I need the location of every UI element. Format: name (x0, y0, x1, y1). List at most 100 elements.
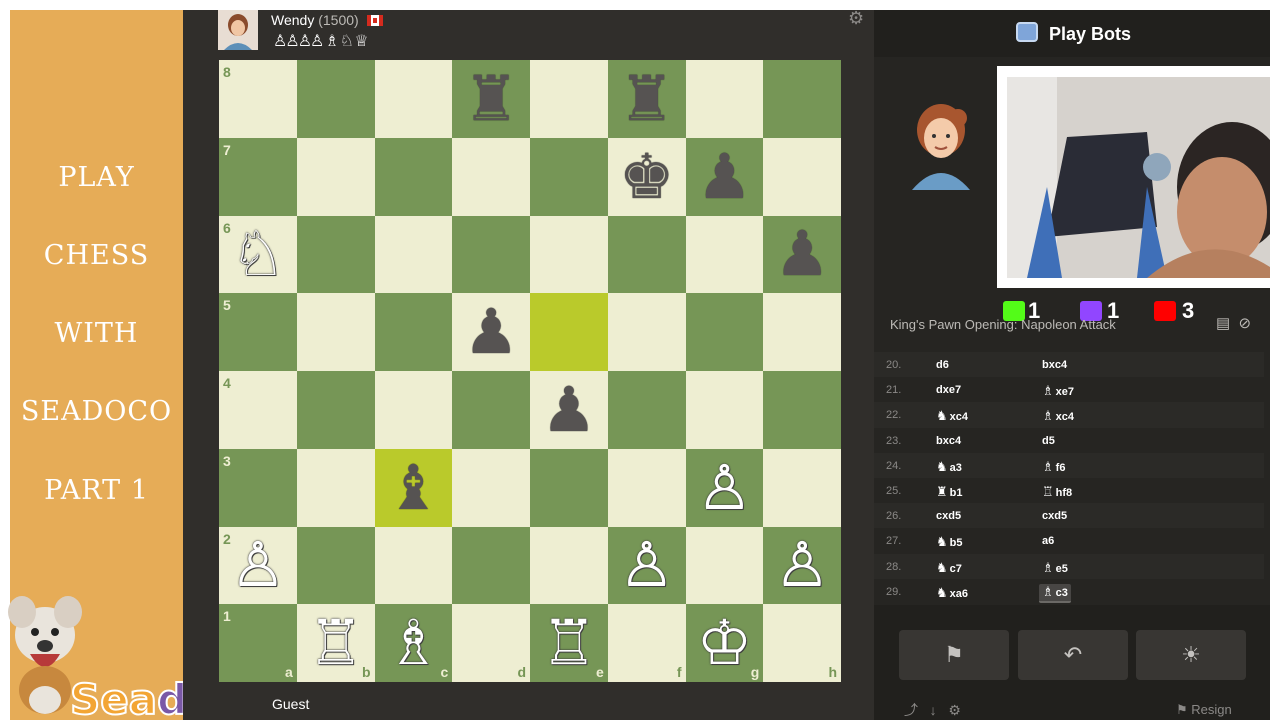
square-c8[interactable] (374, 60, 453, 138)
square-h5[interactable] (763, 293, 841, 371)
square-h4[interactable] (763, 371, 841, 449)
square-c3[interactable]: ♝ (374, 448, 453, 527)
square-b4[interactable] (296, 371, 375, 449)
square-e6[interactable] (530, 215, 608, 294)
white-move[interactable]: ♞ xc4 (936, 409, 968, 424)
square-h3[interactable] (763, 448, 841, 527)
square-b8[interactable] (296, 60, 375, 138)
square-d1[interactable]: d (452, 604, 530, 682)
hint-button[interactable]: ☀ (1136, 630, 1246, 680)
square-a1[interactable]: 1a (219, 604, 297, 682)
square-g8[interactable] (685, 60, 764, 138)
square-h7[interactable] (763, 137, 841, 216)
square-c5[interactable] (374, 293, 453, 371)
black-move[interactable]: ♗ xc4 (1042, 409, 1074, 424)
white-bishop-icon[interactable]: ♗ (386, 612, 442, 674)
black-move[interactable]: ♗ f6 (1042, 460, 1065, 475)
black-move[interactable]: ♗ e5 (1042, 561, 1068, 576)
white-move[interactable]: ♜ b1 (936, 485, 963, 500)
square-h6[interactable]: ♟ (763, 215, 841, 294)
square-g5[interactable] (685, 293, 764, 371)
square-a6[interactable]: 6 ♘ (219, 215, 297, 294)
square-g4[interactable] (685, 371, 764, 449)
square-d2[interactable] (452, 526, 530, 605)
white-move[interactable]: ♞ a3 (936, 460, 962, 475)
white-move[interactable]: ♞ xa6 (936, 586, 968, 601)
square-f4[interactable] (607, 371, 686, 449)
black-pawn-icon[interactable]: ♟ (697, 145, 753, 208)
black-king-icon[interactable]: ♚ (619, 145, 675, 208)
black-move[interactable]: ♗ c3 (1039, 583, 1071, 603)
analysis-gear-icon[interactable]: ⚙ (948, 702, 961, 718)
square-e3[interactable] (530, 448, 608, 527)
square-b2[interactable] (296, 526, 375, 605)
black-rook-icon[interactable]: ♜ (463, 67, 519, 130)
black-move[interactable]: ♗ xe7 (1042, 384, 1074, 399)
square-f1[interactable]: f (607, 604, 686, 682)
square-b6[interactable] (296, 215, 375, 294)
square-h8[interactable] (763, 60, 841, 138)
opening-name[interactable]: King's Pawn Opening: Napoleon Attack (890, 317, 1116, 332)
white-move[interactable]: dxe7 (936, 384, 961, 396)
square-f8[interactable]: ♜ (607, 60, 686, 138)
white-move[interactable]: d6 (936, 359, 949, 371)
white-move[interactable]: bxc4 (936, 435, 961, 447)
white-move[interactable]: cxd5 (936, 510, 961, 522)
black-move[interactable]: cxd5 (1042, 510, 1067, 522)
square-d6[interactable] (452, 215, 530, 294)
black-move[interactable]: d5 (1042, 435, 1055, 447)
square-h1[interactable]: h (763, 604, 841, 682)
white-pawn-icon[interactable]: ♙ (619, 534, 675, 596)
square-a2[interactable]: 2 ♙ (219, 526, 297, 605)
square-d5[interactable]: ♟ (452, 293, 530, 371)
square-a5[interactable]: 5 (219, 293, 297, 371)
settings-gear-icon[interactable]: ⚙ (848, 8, 868, 28)
resign-link[interactable]: ⚑ Resign (1176, 702, 1232, 718)
square-c2[interactable] (374, 526, 453, 605)
square-f5[interactable] (607, 293, 686, 371)
square-h2[interactable]: ♙ (763, 526, 841, 605)
square-a8[interactable]: 8 (219, 60, 297, 138)
white-rook-icon[interactable]: ♖ (308, 612, 364, 674)
download-icon[interactable]: ↓ (930, 702, 937, 718)
square-e7[interactable] (530, 137, 608, 216)
square-g7[interactable]: ♟ (685, 137, 764, 216)
compass-icon[interactable]: ⊘ (1239, 315, 1252, 332)
black-move[interactable]: ♖ hf8 (1042, 485, 1072, 500)
square-f3[interactable] (607, 448, 686, 527)
white-rook-icon[interactable]: ♖ (541, 612, 597, 674)
square-e2[interactable] (530, 526, 608, 605)
square-f7[interactable]: ♚ (607, 137, 686, 216)
chess-board[interactable]: 8 ♜ ♜ 7 ♚ ♟ 6 ♘ ♟ 5 ♟ 4 ♟ 3 ♝ ♙ 2 ♙ ♙ ♙ 1 a b ♖ c ♗ d e ♖ f g ♔ h (219, 60, 841, 682)
black-pawn-icon[interactable]: ♟ (463, 301, 519, 363)
square-e5[interactable] (530, 293, 608, 371)
black-bishop-icon[interactable]: ♝ (386, 456, 442, 519)
square-c6[interactable] (374, 215, 453, 294)
white-move[interactable]: ♞ b5 (936, 535, 963, 550)
white-knight-icon[interactable]: ♘ (230, 223, 286, 285)
square-g2[interactable] (685, 526, 764, 605)
square-e1[interactable]: e ♖ (530, 604, 608, 682)
black-rook-icon[interactable]: ♜ (619, 67, 675, 130)
square-f6[interactable] (607, 215, 686, 294)
square-b5[interactable] (296, 293, 375, 371)
opponent-avatar[interactable] (218, 10, 258, 50)
square-d7[interactable] (452, 137, 530, 216)
black-pawn-icon[interactable]: ♟ (774, 223, 830, 285)
square-d3[interactable] (452, 448, 530, 527)
black-pawn-icon[interactable]: ♟ (541, 378, 597, 441)
square-c7[interactable] (374, 137, 453, 216)
square-c1[interactable]: c ♗ (374, 604, 453, 682)
square-a3[interactable]: 3 (219, 448, 297, 527)
square-g3[interactable]: ♙ (685, 448, 764, 527)
square-d8[interactable]: ♜ (452, 60, 530, 138)
white-pawn-icon[interactable]: ♙ (774, 534, 830, 596)
square-b7[interactable] (296, 137, 375, 216)
square-f2[interactable]: ♙ (607, 526, 686, 605)
white-king-icon[interactable]: ♔ (697, 612, 753, 674)
takeback-button[interactable]: ↶ (1018, 630, 1128, 680)
square-g6[interactable] (685, 215, 764, 294)
square-b3[interactable] (296, 448, 375, 527)
black-move[interactable]: a6 (1042, 535, 1054, 547)
black-move[interactable]: bxc4 (1042, 359, 1067, 371)
